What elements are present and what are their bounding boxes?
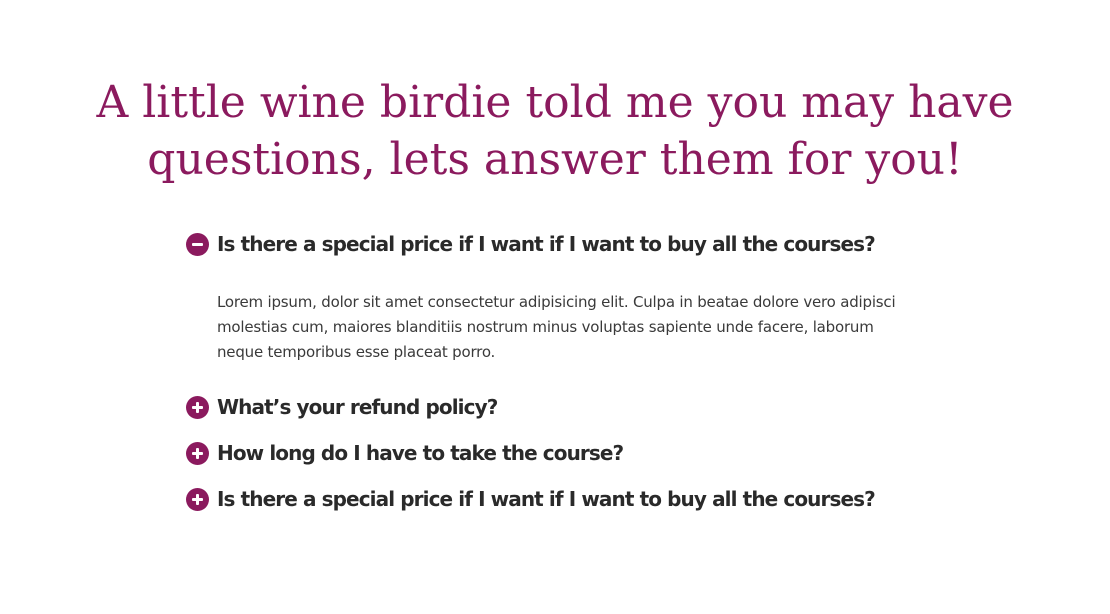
faq-item: Is there a special price if I want if I … <box>186 483 926 515</box>
faq-question-toggle[interactable]: How long do I have to take the course? <box>186 437 926 469</box>
faq-question-text: Is there a special price if I want if I … <box>217 487 876 511</box>
faq-question-text: What’s your refund policy? <box>217 395 498 419</box>
faq-question-text: Is there a special price if I want if I … <box>217 232 876 256</box>
plus-circle-icon[interactable] <box>186 487 209 511</box>
plus-circle-icon[interactable] <box>186 441 209 465</box>
faq-answer-text: Lorem ipsum, dolor sit amet consectetur … <box>217 293 896 361</box>
faq-question-toggle[interactable]: Is there a special price if I want if I … <box>186 483 926 515</box>
faq-headline: A little wine birdie told me you may hav… <box>96 77 1014 185</box>
faq-question-toggle[interactable]: Is there a special price if I want if I … <box>186 228 926 260</box>
faq-item: What’s your refund policy? <box>186 391 926 423</box>
faq-question-toggle[interactable]: What’s your refund policy? <box>186 391 926 423</box>
faq-item: Is there a special price if I want if I … <box>186 228 926 365</box>
faq-item: How long do I have to take the course? <box>186 437 926 469</box>
faq-section: A little wine birdie told me you may hav… <box>0 0 1110 614</box>
plus-circle-icon[interactable] <box>186 395 209 419</box>
faq-question-text: How long do I have to take the course? <box>217 441 624 465</box>
minus-circle-icon[interactable] <box>186 232 209 256</box>
faq-list: Is there a special price if I want if I … <box>186 228 926 529</box>
